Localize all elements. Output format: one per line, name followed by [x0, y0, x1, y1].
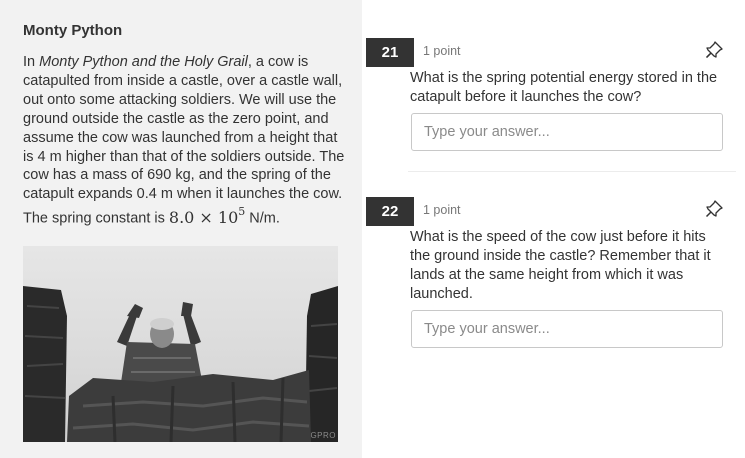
question-divider [408, 171, 736, 172]
question-number-badge: 22 [366, 197, 414, 226]
passage-text: In Monty Python and the Holy Grail, a co… [23, 53, 345, 228]
pin-icon[interactable] [704, 199, 724, 219]
spring-constant-unit: N/m. [245, 210, 280, 227]
question-text: What is the spring potential energy stor… [410, 70, 718, 105]
question-points: 1 point [423, 44, 461, 58]
spring-constant-math: 8.0 × 105 [168, 205, 246, 227]
spring-constant-exponent: 5 [238, 205, 246, 219]
pin-icon[interactable] [704, 40, 724, 60]
passage-body: , a cow is catapulted from inside a cast… [23, 54, 345, 227]
question-points: 1 point [423, 203, 461, 217]
passage-panel: Monty Python In Monty Python and the Hol… [0, 0, 362, 458]
passage-film-title: Monty Python and the Holy Grail [39, 54, 248, 70]
movie-still-illustration [23, 286, 338, 442]
answer-input[interactable] [411, 113, 723, 151]
passage-title: Monty Python [23, 22, 123, 39]
passage-intro: In [23, 54, 40, 70]
spring-constant-mantissa: 8.0 [168, 207, 195, 227]
spring-constant-times: × 10 [194, 207, 239, 227]
movie-still-image: GPRO [23, 246, 338, 442]
question-number-badge: 21 [366, 38, 414, 67]
question-text: What is the speed of the cow just before… [410, 229, 711, 302]
image-watermark: GPRO [310, 431, 336, 440]
answer-input[interactable] [411, 310, 723, 348]
